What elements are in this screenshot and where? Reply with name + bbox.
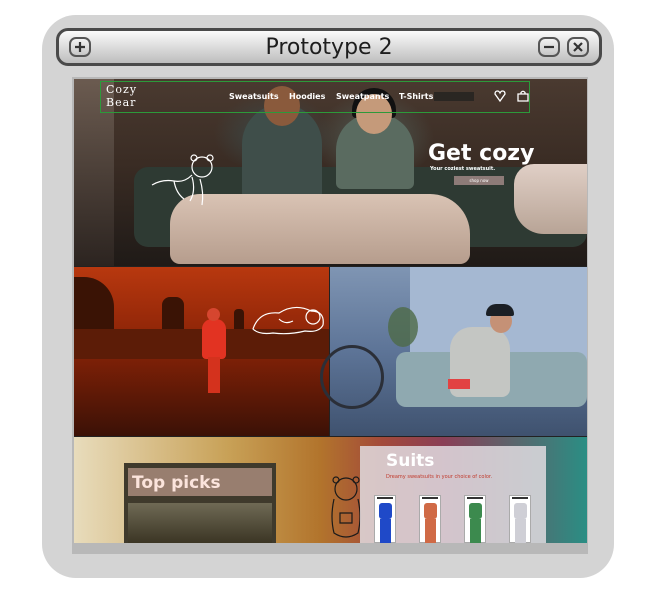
hero-person-left xyxy=(242,86,322,199)
logo-line-1: Cozy xyxy=(106,83,138,96)
close-icon[interactable] xyxy=(567,37,589,57)
bicycle-wheel xyxy=(320,345,384,409)
shopping-bag-icon[interactable] xyxy=(516,89,530,103)
product-card-orange[interactable] xyxy=(419,495,441,543)
living-room-photo-tile[interactable] xyxy=(320,267,587,436)
logo-line-2: Bear xyxy=(106,96,137,109)
red-box xyxy=(448,379,470,389)
heart-icon[interactable] xyxy=(493,89,507,103)
product-card-grey[interactable] xyxy=(509,495,531,543)
sleeping-bear-sketch-icon xyxy=(252,306,324,335)
beach-photo-tile[interactable] xyxy=(74,267,329,436)
hero-blanket-right xyxy=(514,164,587,234)
nav-item-t-shirts[interactable]: T-Shirts xyxy=(399,92,433,101)
plant xyxy=(388,307,418,347)
nav-item-hoodies[interactable]: Hoodies xyxy=(289,92,325,101)
suits-subtitle: Dreamy sweatsuits in your choice of colo… xyxy=(386,474,493,480)
webpage: Cozy Bear Sweatsuits Hoodies Sweatpants … xyxy=(74,79,587,543)
running-child xyxy=(202,308,226,393)
top-picks-title: Top picks xyxy=(132,473,221,493)
product-card-blue[interactable] xyxy=(374,495,396,543)
hero-title: Get cozy xyxy=(428,141,535,166)
nav-item-sweatsuits[interactable]: Sweatsuits xyxy=(229,92,279,101)
suits-title: Suits xyxy=(386,451,435,471)
cozy-bear-logo[interactable]: Cozy Bear xyxy=(106,83,156,113)
prototype-screen: Cozy Bear Sweatsuits Hoodies Sweatpants … xyxy=(72,77,588,554)
window-title: Prototype 2 xyxy=(265,35,393,60)
nav-search-bar[interactable] xyxy=(434,92,474,101)
hero-section: Cozy Bear Sweatsuits Hoodies Sweatpants … xyxy=(74,79,587,266)
product-card-green[interactable] xyxy=(464,495,486,543)
shop-now-button[interactable]: shop now xyxy=(454,176,504,185)
window-titlebar: Prototype 2 xyxy=(56,28,602,66)
nav-item-sweatpants[interactable]: Sweatpants xyxy=(336,92,389,101)
hero-person-right xyxy=(336,88,414,189)
hero-subtitle: Your coziest sweatsuit. xyxy=(430,166,496,172)
minus-icon[interactable] xyxy=(538,37,560,57)
bear-sketch-icon xyxy=(151,154,214,206)
collections-section: Top picks Suits Dreamy sweatsuits in you… xyxy=(74,437,587,543)
